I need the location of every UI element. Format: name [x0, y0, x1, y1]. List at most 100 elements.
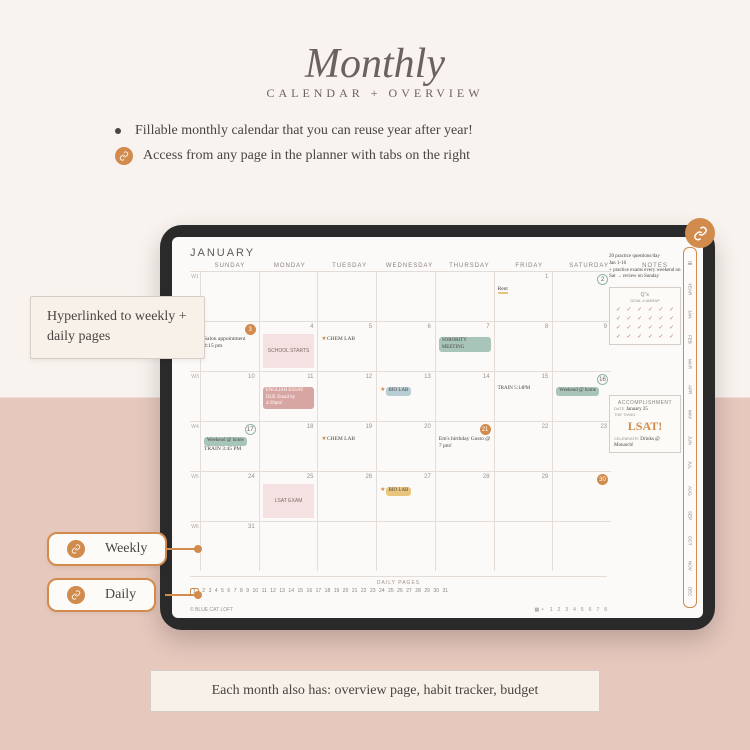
day-cell[interactable]	[317, 521, 376, 571]
daily-page-link[interactable]: 16	[307, 588, 313, 596]
month-tab[interactable]: AUG	[684, 478, 696, 503]
week-link[interactable]: W3	[190, 371, 200, 421]
month-tab[interactable]: OCT	[684, 528, 696, 553]
day-cell[interactable]: 25LSAT EXAM	[259, 471, 318, 521]
day-cell[interactable]	[200, 271, 259, 321]
daily-page-link[interactable]: 18	[325, 588, 331, 596]
daily-page-link[interactable]: 28	[415, 588, 421, 596]
month-tab[interactable]: DEC	[684, 579, 696, 604]
bullet-text-1: Fillable monthly calendar that you can r…	[135, 123, 473, 139]
daily-page-link[interactable]: 15	[297, 588, 303, 596]
month-tab[interactable]: JAN	[684, 301, 696, 326]
day-cell[interactable]: 2	[552, 271, 611, 321]
day-cell[interactable]: 14	[435, 371, 494, 421]
daily-page-link[interactable]: 5	[221, 588, 224, 596]
daily-page-link[interactable]: 4	[215, 588, 218, 596]
daily-page-link[interactable]: 19	[334, 588, 340, 596]
day-cell[interactable]: 24	[200, 471, 259, 521]
day-cell[interactable]: 6	[376, 321, 435, 371]
month-tab[interactable]: NOV	[684, 554, 696, 579]
day-cell[interactable]: 30	[552, 471, 611, 521]
daily-page-link[interactable]: 13	[279, 588, 285, 596]
month-tab[interactable]: YEAR	[684, 276, 696, 301]
day-cell[interactable]: 7SORORITY MEETING	[435, 321, 494, 371]
day-cell[interactable]: 26	[317, 471, 376, 521]
day-cell[interactable]	[435, 521, 494, 571]
day-cell[interactable]: 8	[494, 321, 553, 371]
daily-page-link[interactable]: 22	[361, 588, 367, 596]
daily-page-link[interactable]: 26	[397, 588, 403, 596]
day-cell[interactable]: 13★BIO LAB	[376, 371, 435, 421]
day-cell[interactable]: 27★BIO LAB	[376, 471, 435, 521]
day-cell[interactable]: 23	[552, 421, 611, 471]
day-cell[interactable]: 15TRAIN 5:14PM	[494, 371, 553, 421]
daily-page-link[interactable]: 25	[388, 588, 394, 596]
month-tab[interactable]: JUL	[684, 453, 696, 478]
day-cell[interactable]	[376, 521, 435, 571]
month-tab[interactable]: SEP	[684, 503, 696, 528]
day-cell[interactable]	[259, 271, 318, 321]
day-cell[interactable]	[376, 271, 435, 321]
daily-pages-strip: DAILY PAGES 1234567891011121314151617181…	[190, 576, 607, 596]
day-cell[interactable]: 18	[259, 421, 318, 471]
link-icon	[67, 586, 85, 604]
day-cell[interactable]: 11ENGLISH ESSAY DUE Email by 4:30pm!	[259, 371, 318, 421]
bullet-dot-icon	[115, 128, 121, 134]
day-cell[interactable]: 10	[200, 371, 259, 421]
planner-screen: JANUARY SUNDAY MONDAY TUESDAY WEDNESDAY …	[172, 237, 703, 618]
daily-page-link[interactable]: 12	[270, 588, 276, 596]
week-link[interactable]: W5	[190, 471, 200, 521]
callout-daily-text: Daily	[105, 587, 136, 603]
month-tab[interactable]: MAY	[684, 402, 696, 427]
day-cell[interactable]	[552, 521, 611, 571]
day-cell[interactable]: 19★CHEM LAB	[317, 421, 376, 471]
day-cell[interactable]: 28	[435, 471, 494, 521]
month-tab[interactable]: JUN	[684, 428, 696, 453]
day-cell[interactable]: 1Rent	[494, 271, 553, 321]
day-cell[interactable]: 20	[376, 421, 435, 471]
daily-page-link[interactable]: 30	[433, 588, 439, 596]
day-cell[interactable]: 12	[317, 371, 376, 421]
day-cell[interactable]: 31	[200, 521, 259, 571]
daily-page-link[interactable]: 20	[343, 588, 349, 596]
day-cell[interactable]: 21Em's birthday Gusto @ 7 pm!	[435, 421, 494, 471]
day-cell[interactable]	[494, 521, 553, 571]
month-tab[interactable]: MAR	[684, 352, 696, 377]
day-cell[interactable]: 4SCHOOL STARTS	[259, 321, 318, 371]
daily-page-link[interactable]: 17	[316, 588, 322, 596]
link-icon	[67, 540, 85, 558]
month-tab[interactable]: APR	[684, 377, 696, 402]
daily-page-link[interactable]: 6	[227, 588, 230, 596]
daily-page-link[interactable]: 9	[246, 588, 249, 596]
month-tab[interactable]: ≡	[684, 251, 696, 276]
daily-page-link[interactable]: 10	[253, 588, 259, 596]
month-tab[interactable]: FEB	[684, 327, 696, 352]
day-cell[interactable]: 17Weekend @ homeTRAIN 3:45 PM	[200, 421, 259, 471]
page-title-script: Monthly	[0, 40, 750, 88]
daily-page-link[interactable]: 27	[406, 588, 412, 596]
daily-page-link[interactable]: 21	[352, 588, 358, 596]
side-month-tabs[interactable]: ≡YEARJANFEBMARAPRMAYJUNJULAUGSEPOCTNOVDE…	[683, 247, 697, 608]
footer-pages[interactable]: ▦ ⚬12345678	[529, 607, 607, 613]
daily-page-links[interactable]: 1234567891011121314151617181920212223242…	[190, 588, 607, 596]
daily-page-link[interactable]: 11	[262, 588, 267, 596]
day-cell[interactable]	[317, 271, 376, 321]
daily-page-link[interactable]: 3	[209, 588, 212, 596]
day-cell[interactable]: 3Salon appointment 4:15 pm	[200, 321, 259, 371]
daily-page-link[interactable]: 14	[288, 588, 294, 596]
daily-page-link[interactable]: 29	[424, 588, 430, 596]
daily-page-link[interactable]: 31	[442, 588, 448, 596]
daily-page-link[interactable]: 24	[379, 588, 385, 596]
day-cell[interactable]: 22	[494, 421, 553, 471]
daily-page-link[interactable]: 8	[240, 588, 243, 596]
daily-page-link[interactable]: 2	[202, 588, 205, 596]
daily-page-link[interactable]: 7	[234, 588, 237, 596]
day-cell[interactable]: 16Weekend @ home	[552, 371, 611, 421]
daily-page-link[interactable]: 23	[370, 588, 376, 596]
day-cell[interactable]	[435, 271, 494, 321]
day-cell[interactable]: 29	[494, 471, 553, 521]
day-cell[interactable]: 5★CHEM LAB	[317, 321, 376, 371]
day-cell[interactable]	[259, 521, 318, 571]
week-link[interactable]: W4	[190, 421, 200, 471]
day-cell[interactable]: 9	[552, 321, 611, 371]
